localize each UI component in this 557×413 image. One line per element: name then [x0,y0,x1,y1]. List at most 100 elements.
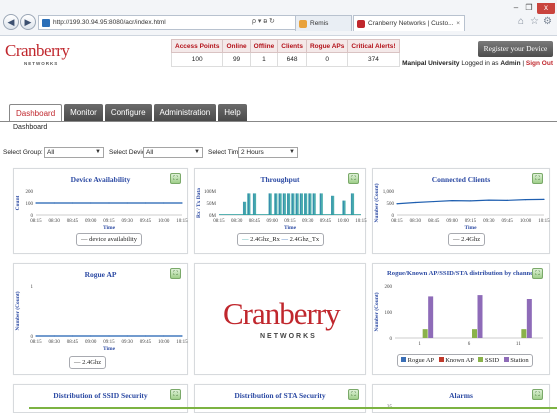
time-select[interactable]: 2 Hours ▼ [238,147,298,158]
sign-out-link[interactable]: Sign Out [526,60,553,67]
y-axis-title: Number (Count) [373,292,380,331]
data-point [35,202,37,204]
data-point [181,335,183,337]
y-tick-label: 50M [207,202,217,207]
stats-table: Access Points Online Offline Clients Rog… [170,39,400,67]
x-tick-label: 10:00 [158,219,170,224]
org-name: Manipal University [402,60,460,67]
throughput-spike [350,193,355,215]
x-tick-label: 09:30 [483,219,495,224]
widget-title: Alarms [449,391,473,400]
restore-icon[interactable]: ❐ [523,3,535,14]
group-select[interactable]: All ▼ [44,147,104,158]
x-axis-title: Time [464,225,477,231]
home-icon[interactable]: ⌂ [518,16,524,27]
chart-legend[interactable]: — 2.4Ghz [448,233,486,246]
chart-legend[interactable]: — 2.4Ghz_Rx — 2.4Ghz_Tx [237,233,325,246]
tab-cranberry[interactable]: Cranberry Networks | Custo... × [353,15,465,31]
x-tick-label: 09:45 [140,219,152,224]
bar-station [526,299,532,338]
forward-icon[interactable]: ▶ [20,14,36,30]
data-point [108,202,110,204]
tab-favicon-icon [357,20,365,28]
focus-highlight-line [29,407,557,409]
legend-label: Known AP [445,357,474,364]
stat-value-rogue-aps[interactable]: 0 [305,52,349,67]
data-point [126,335,128,337]
x-tick-label: 09:15 [465,219,477,224]
rogue-ap-widget: Rogue AP ⛶ 0 1 08:15 08:30 08:45 09:00 09:15 09… [13,263,188,375]
back-icon[interactable]: ◀ [3,14,19,30]
data-point [71,335,74,337]
throughput-spike [274,193,278,215]
y-tick-label: 1 [31,285,34,290]
menu-administration[interactable]: Administration [153,104,217,121]
register-device-button[interactable]: Register your Device [478,41,553,57]
data-point [469,200,472,202]
widget-title: Distribution of STA Security [234,391,326,400]
x-tick-label: 10:00 [520,219,532,224]
data-point [506,199,508,201]
big-logo-subtitle: NETWORKS [260,333,317,340]
legend-swatch-known [438,357,444,362]
settings-gear-icon[interactable]: ⚙ [543,16,552,27]
cranberry-logo[interactable]: Cranberry NETWORKS [5,41,85,71]
channel-distribution-widget: Rogue/Known AP/SSID/STA distribution by … [372,263,550,375]
tab-label: Cranberry Networks | Custo... [368,20,454,27]
favorites-star-icon[interactable]: ☆ [530,16,539,27]
stat-header: Critical Alerts! [347,39,400,53]
x-tick-label: 11 [516,342,521,347]
logged-text: Logged in as [461,60,499,67]
legend-label: device availability [89,236,137,243]
data-point [163,202,165,204]
menu-configure[interactable]: Configure [104,104,152,121]
chart-legend[interactable]: — device availability [76,233,142,246]
throughput-spike [278,193,282,215]
expand-widget-icon[interactable]: ⛶ [348,389,359,400]
tab-favicon-icon [299,20,307,28]
group-select-value: All [47,149,55,156]
throughput-spike [268,193,272,215]
throughput-spike [295,193,299,215]
menu-monitor[interactable]: Monitor [64,104,103,121]
stat-value-offline[interactable]: 1 [249,52,279,67]
stat-value-clients[interactable]: 648 [277,52,307,67]
y-axis-title: Count [15,195,21,210]
menu-dashboard[interactable]: Dashboard [9,104,63,121]
x-tick-label: 08:15 [30,340,42,345]
submenu-dashboard[interactable]: Dashboard [13,124,47,131]
chart-legend[interactable]: — 2.4Ghz [69,356,107,369]
legend-label: SSID [484,357,500,364]
x-tick-label: 08:45 [67,219,79,224]
menu-help[interactable]: Help [218,104,247,121]
address-bar-icons[interactable]: ρ ▾ ᴃ ↻ [252,15,275,29]
device-select[interactable]: All ▼ [143,147,203,158]
x-tick-label: 08:15 [30,219,42,224]
x-tick-label: 09:30 [122,340,134,345]
y-tick-label: 100M [204,190,217,195]
expand-widget-icon[interactable]: ⛶ [170,389,181,400]
tab-label: Remis [310,20,329,27]
stat-value-access-points[interactable]: 100 [170,52,224,67]
x-tick-label: 09:00 [446,219,458,224]
x-tick-label: 10:15 [538,219,550,224]
y-tick-label: 100 [26,202,34,207]
tab-remis[interactable]: Remis [295,15,352,31]
stat-value-online[interactable]: 99 [222,52,251,67]
legend-label: Station [510,357,529,364]
device-availability-widget: Device Availability ⛶ 0 100 200 08:15 08:30 0… [13,168,188,254]
address-bar[interactable]: http://199.30.94.95:8080/acr/index.html [38,15,338,30]
throughput-spike [304,193,308,215]
x-tick-label: 10:00 [158,340,170,345]
minimize-icon[interactable]: – [510,3,522,14]
legend-label: 2.4Ghz_Rx [250,236,280,243]
tab-close-icon[interactable]: × [456,16,460,31]
bar-ssid [521,329,527,338]
browser-chrome: ◀ ▶ http://199.30.94.95:8080/acr/index.h… [0,0,557,36]
stat-value-critical-alerts[interactable]: 374 [347,52,400,67]
x-tick-label: 08:30 [49,340,61,345]
chart-legend[interactable]: Rogue AP Known AP SSID Station [397,354,533,367]
cranberry-big-logo: Cranberry NETWORKS [223,296,341,346]
expand-widget-icon[interactable]: ⛶ [532,389,543,400]
window-close-icon[interactable]: x [537,3,555,14]
